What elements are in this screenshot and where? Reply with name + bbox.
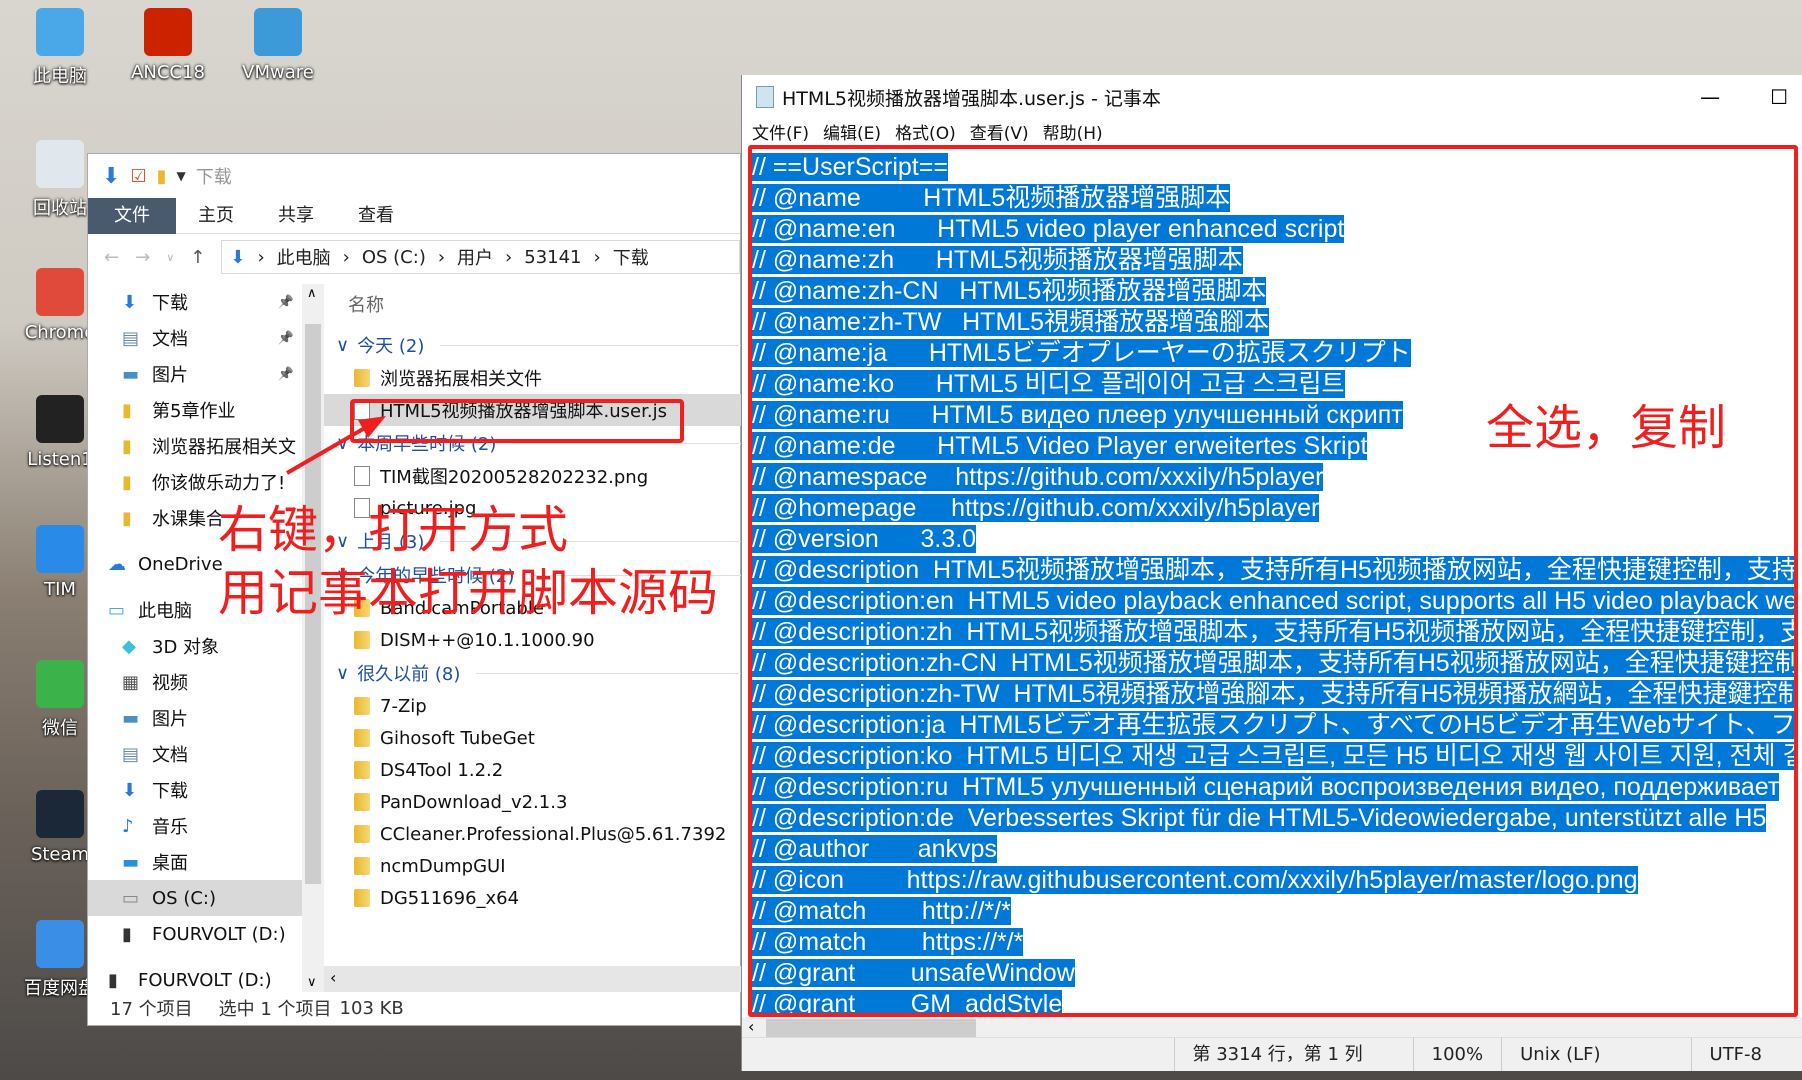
annotation-open-line2: 用记事本打开脚本源码 bbox=[218, 564, 718, 622]
annotation-copy: 全选，复制 bbox=[1486, 400, 1727, 456]
annotation-open-line1: 右键，打开方式 bbox=[218, 501, 568, 559]
